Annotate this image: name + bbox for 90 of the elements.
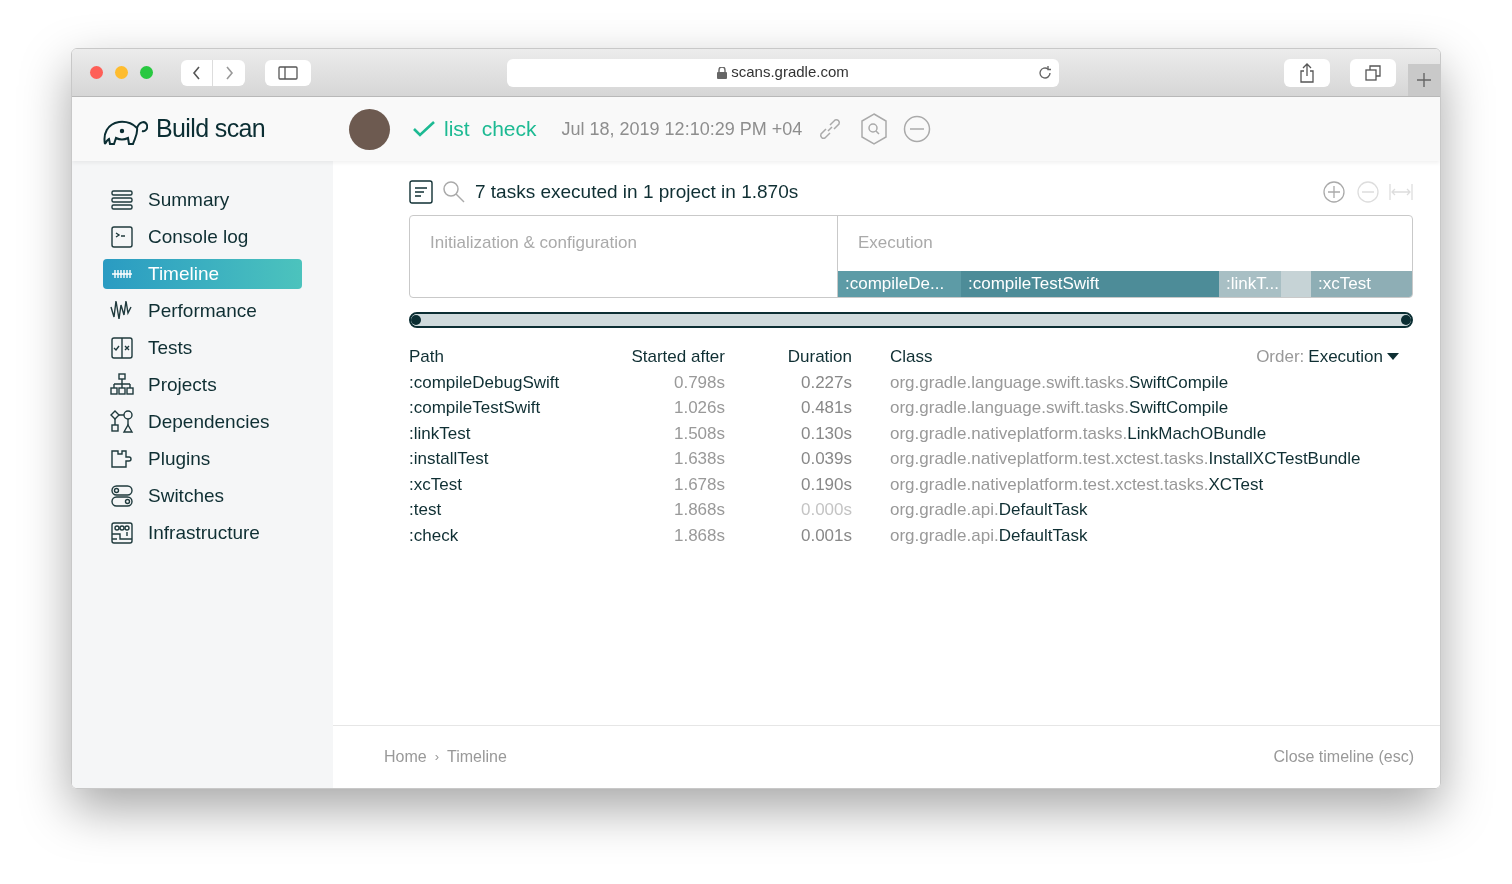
phase-label: Initialization & configuration — [430, 233, 637, 252]
table-cell: org.gradle.api.DefaultTask — [852, 497, 1413, 523]
tabs-button[interactable] — [1350, 58, 1396, 87]
table-cell-text: 1.508s — [672, 422, 725, 445]
checkbox-pair-icon — [110, 336, 134, 360]
sidebar-item[interactable]: Dependencies — [103, 407, 302, 437]
sidebar-item[interactable]: Plugins — [103, 444, 302, 474]
table-cell-text: :check — [409, 524, 460, 547]
search-icon[interactable] — [442, 180, 466, 204]
table-cell-text: :compileDebugSwift — [409, 371, 561, 394]
plus-icon — [1416, 71, 1432, 88]
table-cell: 0.190s — [725, 471, 852, 497]
url-text: scans.gradle.com — [731, 62, 849, 83]
range-handle[interactable] — [411, 315, 421, 325]
overlapping-squares-icon — [1365, 64, 1381, 81]
document-icon[interactable] — [409, 180, 433, 204]
chevron-right-icon — [223, 64, 235, 81]
close-window-button[interactable] — [90, 66, 103, 79]
table-cell: org.gradle.language.swift.tasks.SwiftCompile — [852, 369, 1413, 395]
table-cell-text: :xcTest — [409, 473, 463, 496]
minimize-window-button[interactable] — [115, 66, 128, 79]
zoom-in-icon[interactable] — [1323, 181, 1345, 203]
sidebar-item[interactable]: Performance — [103, 296, 302, 326]
toggles-icon — [110, 484, 134, 508]
column-header[interactable]: Path — [409, 344, 609, 370]
minus-circle-icon[interactable] — [903, 115, 932, 143]
new-tab-button[interactable] — [1408, 63, 1440, 96]
table-cell-text: :linkTest — [409, 422, 472, 445]
hexagon-search-icon[interactable] — [860, 113, 889, 145]
sidebar-item[interactable]: Console log — [103, 222, 302, 252]
sidebar-item[interactable]: Switches — [103, 481, 302, 511]
sidebar-item[interactable]: Projects — [103, 370, 302, 400]
circuit-board-icon — [110, 521, 134, 545]
task-name: list — [444, 116, 470, 143]
table-cell-text: 1.026s — [672, 397, 725, 419]
table-cell-text: 1.638s — [672, 448, 725, 470]
list-icon — [110, 188, 134, 212]
graph-icon — [110, 410, 134, 434]
sidebar-icon — [278, 64, 298, 81]
sidebar-item[interactable]: Summary — [103, 185, 302, 215]
chevron-left-icon — [190, 64, 203, 81]
reload-icon[interactable] — [1037, 64, 1053, 81]
table-cell-text: :installTest — [409, 448, 490, 470]
lock-icon — [717, 66, 728, 79]
column-header[interactable]: Duration — [725, 344, 852, 370]
fit-width-icon[interactable] — [1389, 181, 1413, 203]
table-cell: 0.039s — [725, 446, 852, 472]
table-cell: org.gradle.api.DefaultTask — [852, 522, 1413, 548]
share-button[interactable] — [1284, 58, 1330, 87]
sidebar-item[interactable]: Tests — [103, 333, 302, 363]
table-cell: 0.001s — [725, 522, 852, 548]
address-bar[interactable]: scans.gradle.com — [507, 58, 1059, 87]
table-cell-text: :test — [409, 499, 443, 521]
table-cell: org.gradle.nativeplatform.tasks.LinkMachOBundle — [852, 420, 1413, 446]
column-header[interactable]: Class — [890, 344, 933, 370]
table-cell-text: 1.868s — [672, 499, 725, 521]
order-dropdown[interactable]: Execution — [1308, 344, 1399, 370]
caret-icon — [1387, 352, 1399, 361]
terminal-icon — [110, 225, 134, 249]
forward-button[interactable] — [213, 59, 245, 86]
sidebar-item[interactable]: Infrastructure — [103, 518, 302, 548]
phase-label: Execution — [858, 233, 933, 252]
table-cell-text: 1.678s — [672, 473, 725, 496]
build-date: Jul 18, 2019 12:10:29 PM +04 — [561, 117, 803, 141]
task-name: check — [481, 116, 537, 143]
table-cell-text: 1.868s — [672, 524, 725, 547]
table-cell: org.gradle.nativeplatform.test.xctest.tasks.XCTest — [852, 471, 1413, 497]
back-button[interactable] — [181, 59, 213, 86]
share-icon — [1299, 62, 1315, 83]
table-cell: org.gradle.nativeplatform.test.xctest.tasks.InstallXCTestBundle — [852, 446, 1413, 472]
table-cell-text: :compileTestSwift — [409, 397, 542, 419]
range-handle[interactable] — [1401, 315, 1411, 325]
column-header[interactable]: Started after — [609, 344, 725, 370]
table-cell: 0.481s — [725, 395, 852, 421]
order-label: Order: — [1256, 346, 1305, 368]
table-cell: org.gradle.language.swift.tasks.SwiftCompile — [852, 395, 1413, 421]
timeline-summary: 7 tasks executed in 1 project in 1.870s — [475, 179, 799, 204]
maximize-window-button[interactable] — [140, 66, 153, 79]
app-title: Build scan — [156, 113, 266, 145]
task-bar[interactable]: :compileTestSwift — [961, 271, 1219, 297]
table-cell: 0.000s — [725, 497, 852, 523]
table-cell: 0.130s — [725, 420, 852, 446]
avatar[interactable] — [349, 108, 390, 150]
table-cell: 0.227s — [725, 369, 852, 395]
hierarchy-icon — [110, 373, 134, 397]
puzzle-icon — [110, 447, 134, 471]
sidebar-toggle-button[interactable] — [265, 59, 311, 86]
table-cell-text: 0.798s — [672, 371, 725, 394]
breadcrumb-separator: › — [434, 748, 440, 767]
zoom-out-icon[interactable] — [1357, 181, 1379, 203]
